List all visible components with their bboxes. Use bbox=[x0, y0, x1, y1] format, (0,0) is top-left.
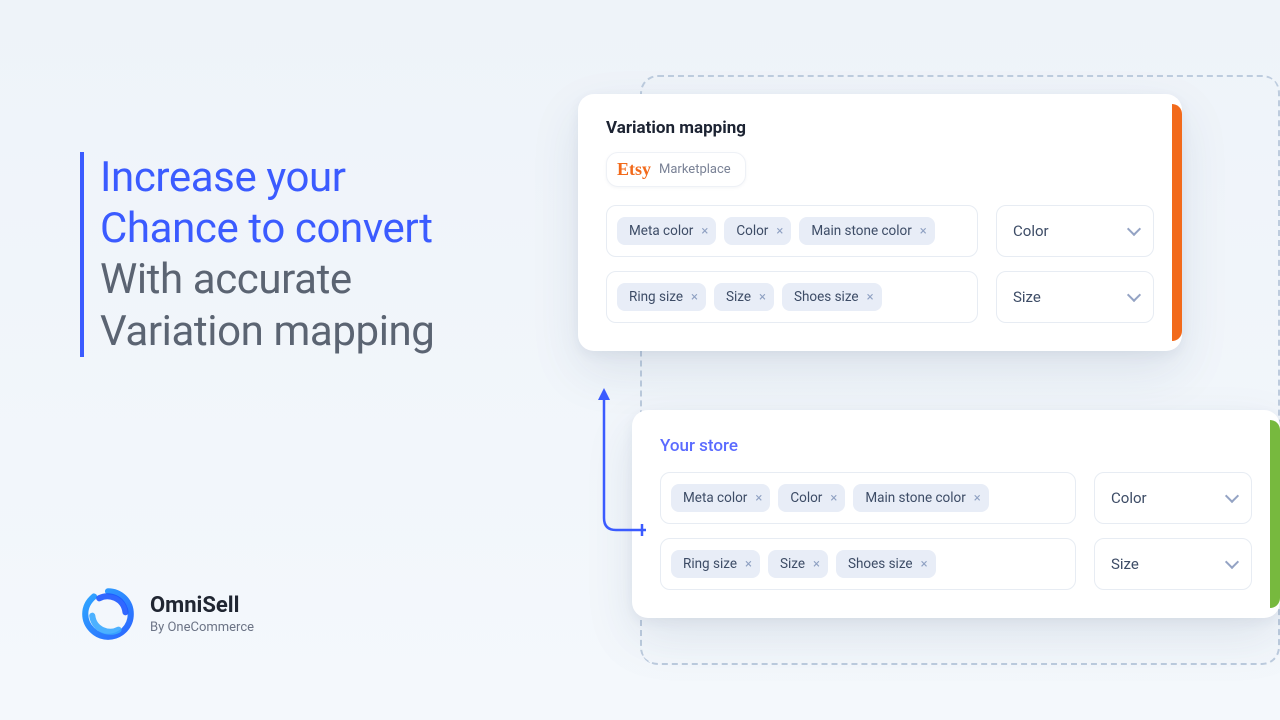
remove-tag-icon[interactable]: × bbox=[867, 291, 874, 304]
remove-tag-icon[interactable]: × bbox=[755, 492, 762, 505]
card-title: Variation mapping bbox=[606, 118, 1154, 138]
tag-label: Ring size bbox=[683, 556, 737, 572]
marketplace-label: Marketplace bbox=[659, 162, 731, 177]
tag-input[interactable]: Meta color × Color × Main stone color × bbox=[660, 472, 1076, 524]
remove-tag-icon[interactable]: × bbox=[701, 225, 708, 238]
tag-chip[interactable]: Color × bbox=[778, 484, 845, 512]
tag-chip[interactable]: Ring size × bbox=[617, 283, 706, 311]
tag-label: Meta color bbox=[629, 223, 693, 239]
remove-tag-icon[interactable]: × bbox=[813, 558, 820, 571]
tag-label: Main stone color bbox=[865, 490, 965, 506]
headline-line-3: With accurate bbox=[100, 254, 435, 305]
select-value: Color bbox=[1013, 222, 1049, 240]
brand-logo-icon bbox=[80, 586, 136, 642]
headline-line-2: Chance to convert bbox=[100, 203, 435, 254]
attribute-select[interactable]: Color bbox=[1094, 472, 1252, 524]
attribute-select[interactable]: Size bbox=[996, 271, 1154, 323]
card-stripe-orange bbox=[1172, 104, 1182, 341]
marketplace-chip[interactable]: Etsy Marketplace bbox=[606, 152, 746, 187]
tag-chip[interactable]: Size × bbox=[768, 550, 828, 578]
tag-label: Ring size bbox=[629, 289, 683, 305]
card-stripe-green bbox=[1270, 420, 1280, 608]
tag-chip[interactable]: Color × bbox=[724, 217, 791, 245]
select-value: Color bbox=[1111, 489, 1147, 507]
tag-label: Size bbox=[780, 556, 805, 572]
remove-tag-icon[interactable]: × bbox=[776, 225, 783, 238]
select-value: Size bbox=[1013, 288, 1041, 306]
tag-label: Color bbox=[790, 490, 822, 506]
mapping-row: Ring size × Size × Shoes size × Size bbox=[660, 538, 1252, 590]
brand-title: OmniSell bbox=[150, 593, 254, 618]
tag-label: Size bbox=[726, 289, 751, 305]
chevron-down-icon bbox=[1127, 222, 1141, 236]
tag-label: Meta color bbox=[683, 490, 747, 506]
tag-chip[interactable]: Meta color × bbox=[671, 484, 770, 512]
chevron-down-icon bbox=[1127, 288, 1141, 302]
tag-label: Main stone color bbox=[811, 223, 911, 239]
remove-tag-icon[interactable]: × bbox=[691, 291, 698, 304]
tag-label: Shoes size bbox=[848, 556, 913, 572]
remove-tag-icon[interactable]: × bbox=[745, 558, 752, 571]
headline-line-4: Variation mapping bbox=[100, 306, 435, 357]
remove-tag-icon[interactable]: × bbox=[974, 492, 981, 505]
remove-tag-icon[interactable]: × bbox=[921, 558, 928, 571]
tag-chip[interactable]: Meta color × bbox=[617, 217, 716, 245]
mapping-row: Ring size × Size × Shoes size × Size bbox=[606, 271, 1154, 323]
tag-chip[interactable]: Main stone color × bbox=[799, 217, 934, 245]
tag-label: Shoes size bbox=[794, 289, 859, 305]
tag-input[interactable]: Meta color × Color × Main stone color × bbox=[606, 205, 978, 257]
tag-label: Color bbox=[736, 223, 768, 239]
variation-mapping-card-store: Your store Meta color × Color × Main sto… bbox=[632, 410, 1280, 618]
mapping-row: Meta color × Color × Main stone color × … bbox=[660, 472, 1252, 524]
tag-input[interactable]: Ring size × Size × Shoes size × bbox=[606, 271, 978, 323]
brand-block: OmniSell By OneCommerce bbox=[80, 586, 254, 642]
tag-chip[interactable]: Shoes size × bbox=[782, 283, 882, 311]
attribute-select[interactable]: Size bbox=[1094, 538, 1252, 590]
tag-chip[interactable]: Main stone color × bbox=[853, 484, 988, 512]
remove-tag-icon[interactable]: × bbox=[759, 291, 766, 304]
mapping-row: Meta color × Color × Main stone color × … bbox=[606, 205, 1154, 257]
remove-tag-icon[interactable]: × bbox=[830, 492, 837, 505]
headline: Increase your Chance to convert With acc… bbox=[80, 152, 435, 357]
chevron-down-icon bbox=[1225, 555, 1239, 569]
etsy-logo-icon: Etsy bbox=[617, 159, 651, 180]
attribute-select[interactable]: Color bbox=[996, 205, 1154, 257]
select-value: Size bbox=[1111, 555, 1139, 573]
store-label: Your store bbox=[660, 436, 1252, 456]
chevron-down-icon bbox=[1225, 489, 1239, 503]
tag-chip[interactable]: Shoes size × bbox=[836, 550, 936, 578]
brand-byline: By OneCommerce bbox=[150, 620, 254, 635]
tag-chip[interactable]: Ring size × bbox=[671, 550, 760, 578]
tag-chip[interactable]: Size × bbox=[714, 283, 774, 311]
variation-mapping-card-marketplace: Variation mapping Etsy Marketplace Meta … bbox=[578, 94, 1182, 351]
headline-line-1: Increase your bbox=[100, 152, 435, 203]
tag-input[interactable]: Ring size × Size × Shoes size × bbox=[660, 538, 1076, 590]
remove-tag-icon[interactable]: × bbox=[920, 225, 927, 238]
